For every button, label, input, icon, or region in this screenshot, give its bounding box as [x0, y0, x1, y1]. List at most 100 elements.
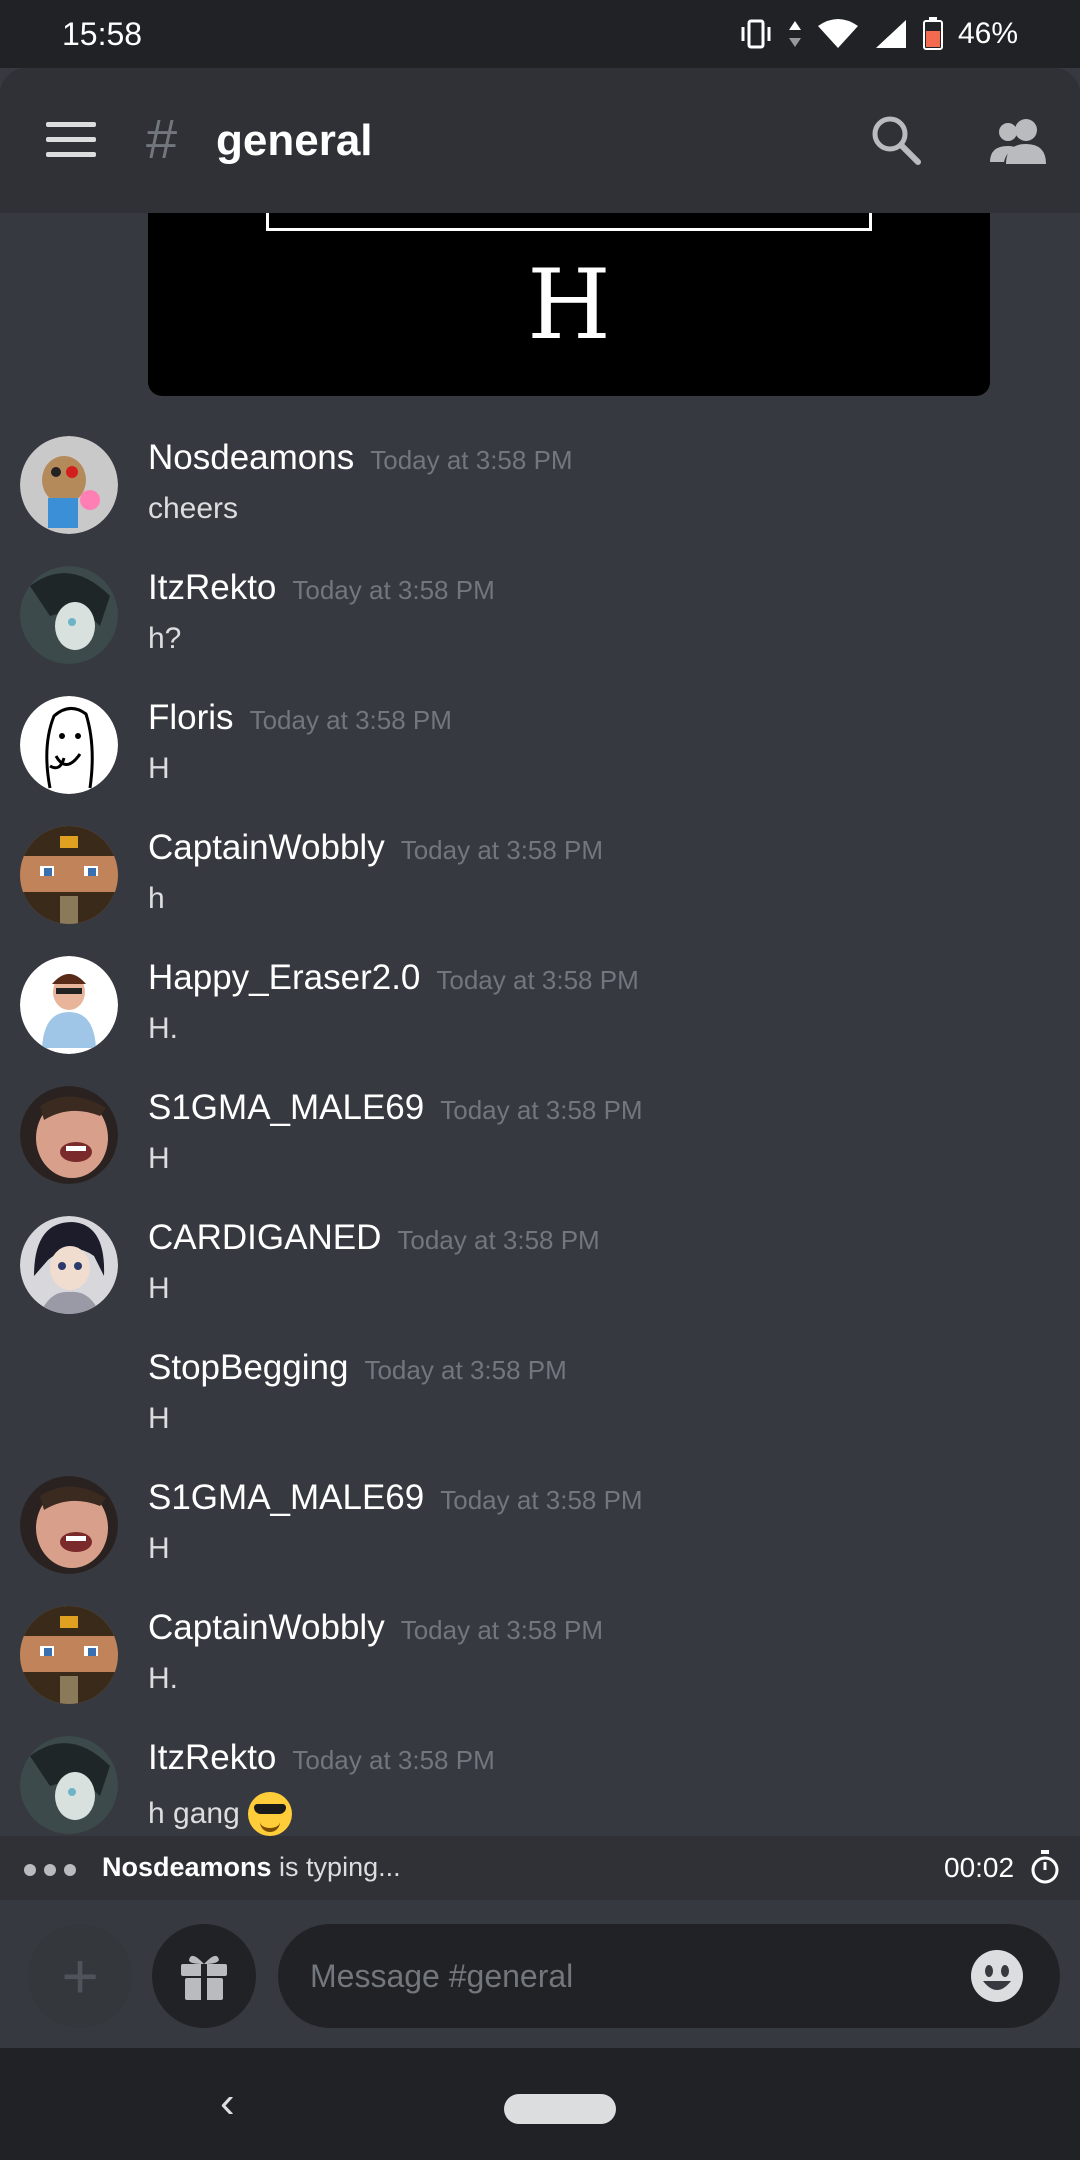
avatar[interactable] [20, 1736, 118, 1834]
gift-icon [181, 1955, 227, 2000]
embed-letter: H [527, 249, 611, 361]
back-icon[interactable]: ‹ [220, 2078, 235, 2128]
message-text: h gang [148, 1792, 292, 1836]
typing-text: Nosdeamons is typing... [102, 1852, 401, 1883]
message-text: h [148, 882, 165, 916]
message-content: cheers [148, 492, 239, 525]
typing-suffix: is typing... [271, 1852, 401, 1882]
timestamp: Today at 3:58 PM [400, 1615, 604, 1645]
message-item[interactable]: Floris Today at 3:58 PM H [0, 680, 1080, 810]
message-header: ItzRekto Today at 3:58 PM [148, 568, 495, 608]
embedded-image[interactable]: H [148, 213, 990, 396]
typing-indicator: Nosdeamons is typing... 00:02 [0, 1836, 1080, 1900]
avatar[interactable] [20, 566, 118, 664]
typing-dots-icon [24, 1864, 76, 1876]
channel-title: general [216, 116, 373, 165]
message-content: h gang [148, 1797, 240, 1830]
stopwatch-icon [1031, 1850, 1059, 1884]
message-item[interactable]: StopBegging Today at 3:58 PM H [0, 1330, 1080, 1460]
message-item[interactable]: Happy_Eraser2.0 Today at 3:58 PM H. [0, 940, 1080, 1070]
message-header: StopBegging Today at 3:58 PM [148, 1348, 567, 1388]
add-attachment-button[interactable]: + [28, 1924, 132, 2028]
channel-hash-icon: # [146, 107, 178, 170]
plus-icon: + [61, 1940, 99, 2012]
timestamp: Today at 3:58 PM [364, 1355, 567, 1385]
menu-icon[interactable] [46, 122, 96, 158]
status-bar: 15:58 46% [0, 0, 1080, 68]
members-icon[interactable] [988, 112, 1048, 168]
username[interactable]: ItzRekto [148, 568, 276, 608]
vibrate-icon [741, 19, 771, 49]
avatar[interactable] [20, 1216, 118, 1314]
avatar[interactable] [20, 1476, 118, 1574]
username[interactable]: CaptainWobbly [148, 828, 385, 868]
avatar[interactable] [20, 956, 118, 1054]
username[interactable]: S1GMA_MALE69 [148, 1478, 424, 1518]
timestamp: Today at 3:58 PM [370, 445, 573, 475]
sunglasses-emoji-icon [247, 1792, 292, 1836]
timestamp: Today at 3:58 PM [249, 705, 452, 735]
message-header: CaptainWobbly Today at 3:58 PM [148, 828, 603, 868]
message-composer: + [0, 1900, 1080, 2048]
message-text: H [148, 1272, 170, 1306]
message-header: Floris Today at 3:58 PM [148, 698, 452, 738]
discord-screen: 15:58 46% # general H Nosdeamons Today a… [0, 0, 1080, 2160]
avatar[interactable] [20, 436, 118, 534]
message-item[interactable]: ItzRekto Today at 3:58 PM h gang [0, 1720, 1080, 1850]
message-header: ItzRekto Today at 3:58 PM [148, 1738, 495, 1778]
message-content: H. [148, 1012, 178, 1045]
username[interactable]: CaptainWobbly [148, 1608, 385, 1648]
message-content: H [148, 1272, 170, 1305]
message-header: Happy_Eraser2.0 Today at 3:58 PM [148, 958, 639, 998]
avatar[interactable] [20, 1086, 118, 1184]
message-item[interactable]: CaptainWobbly Today at 3:58 PM h [0, 810, 1080, 940]
username[interactable]: Floris [148, 698, 234, 738]
message-item[interactable]: CARDIGANED Today at 3:58 PM H [0, 1200, 1080, 1330]
message-item[interactable]: S1GMA_MALE69 Today at 3:58 PM H [0, 1070, 1080, 1200]
timestamp: Today at 3:58 PM [436, 965, 639, 995]
avatar[interactable] [20, 1606, 118, 1704]
search-icon[interactable] [868, 112, 924, 168]
battery-level: 46% [957, 17, 1018, 50]
username[interactable]: S1GMA_MALE69 [148, 1088, 424, 1128]
username[interactable]: StopBegging [148, 1348, 348, 1388]
data-arrows-icon [788, 21, 801, 47]
timestamp: Today at 3:58 PM [397, 1225, 600, 1255]
status-time: 15:58 [62, 15, 143, 52]
message-text: H [148, 752, 170, 786]
message-content: h [148, 882, 165, 915]
home-pill-button[interactable] [504, 2094, 616, 2124]
avatar[interactable] [20, 696, 118, 794]
message-header: Nosdeamons Today at 3:58 PM [148, 438, 573, 478]
avatar[interactable] [20, 826, 118, 924]
username[interactable]: Happy_Eraser2.0 [148, 958, 420, 998]
typing-user: Nosdeamons [102, 1852, 272, 1882]
message-text: H. [148, 1012, 178, 1046]
timestamp: Today at 3:58 PM [400, 835, 604, 865]
message-item[interactable]: CaptainWobbly Today at 3:58 PM H. [0, 1590, 1080, 1720]
message-header: CaptainWobbly Today at 3:58 PM [148, 1608, 603, 1648]
timestamp: Today at 3:58 PM [292, 1745, 495, 1775]
username[interactable]: CARDIGANED [148, 1218, 381, 1258]
username[interactable]: ItzRekto [148, 1738, 276, 1778]
message-item[interactable]: Nosdeamons Today at 3:58 PM cheers [0, 420, 1080, 550]
gift-button[interactable] [152, 1924, 256, 2028]
message-input[interactable] [278, 1924, 1060, 2028]
signal-icon [875, 20, 906, 48]
timestamp: Today at 3:58 PM [440, 1095, 643, 1125]
timestamp: Today at 3:58 PM [292, 575, 495, 605]
message-text: H [148, 1402, 170, 1436]
message-item[interactable]: S1GMA_MALE69 Today at 3:58 PM H [0, 1460, 1080, 1590]
battery-icon [922, 17, 943, 50]
emoji-picker-icon[interactable] [970, 1949, 1024, 2003]
embed-frame [266, 213, 872, 231]
message-content: H [148, 1402, 170, 1435]
system-nav-bar: ‹ [0, 2048, 1080, 2160]
timestamp: Today at 3:58 PM [440, 1485, 643, 1515]
message-content: H. [148, 1662, 178, 1695]
message-item[interactable]: ItzRekto Today at 3:58 PM h? [0, 550, 1080, 680]
username[interactable]: Nosdeamons [148, 438, 354, 478]
message-content: H [148, 752, 170, 785]
message-content: H [148, 1532, 170, 1565]
message-header: CARDIGANED Today at 3:58 PM [148, 1218, 600, 1258]
